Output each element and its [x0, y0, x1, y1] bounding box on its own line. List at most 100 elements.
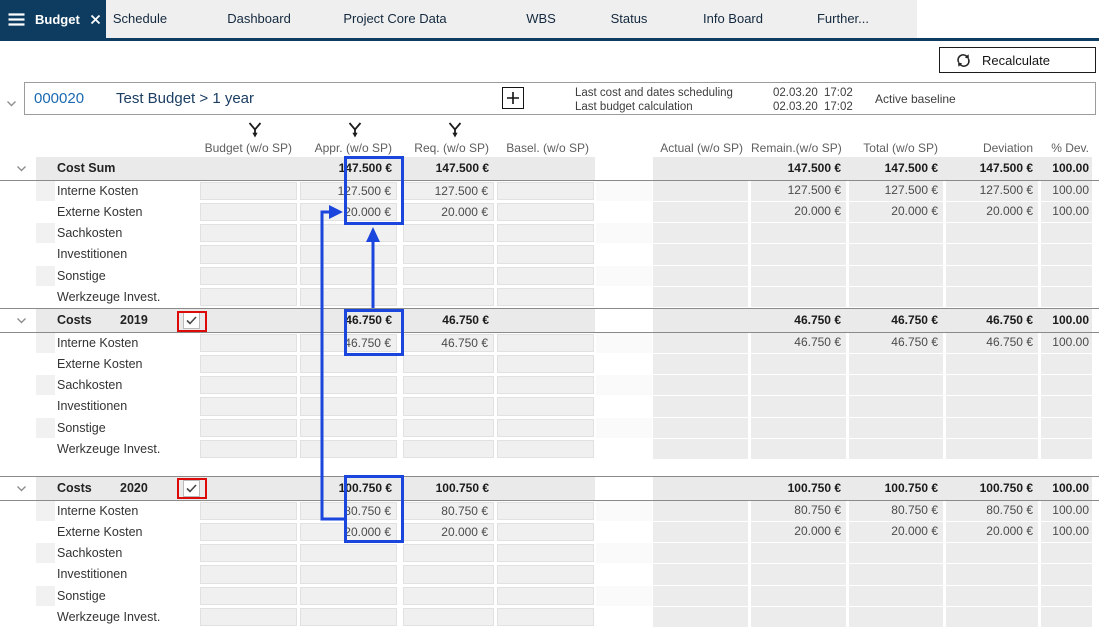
group-row[interactable]: Costs2020100.750 €100.750 €100.750 €100.… [0, 476, 1099, 501]
filter-icon[interactable] [348, 122, 362, 138]
cell-basel [497, 203, 594, 221]
cell-pdev [1041, 396, 1092, 416]
group-row[interactable]: Costs201946.750 €46.750 €46.750 €46.750 … [0, 308, 1099, 333]
cell-basel [497, 182, 594, 200]
tab-further[interactable]: Further... [817, 0, 869, 38]
table-row-investitionen[interactable]: Investitionen [0, 396, 1099, 417]
app-window: Budget Schedule Dashboard Project Core Dat… [0, 0, 1099, 629]
cell-appr: 20.000 € [300, 203, 397, 221]
expand-collapse-icon[interactable] [16, 485, 27, 492]
row-label: Interne Kosten [57, 333, 138, 354]
cell-basel [497, 544, 594, 562]
table-row-werkzeuge-invest[interactable]: Werkzeuge Invest. [0, 439, 1099, 460]
table-row-interne-kosten[interactable]: Interne Kosten80.750 €80.750 €80.750 €80… [0, 501, 1099, 522]
cell-remain [751, 418, 846, 438]
tab-schedule[interactable]: Schedule [113, 0, 167, 38]
table-row-investitionen[interactable]: Investitionen [0, 564, 1099, 585]
cell-deviation [946, 543, 1038, 563]
group-row[interactable]: Cost Sum147.500 €147.500 €147.500 €147.5… [0, 157, 1099, 181]
row-gap-strip [596, 418, 652, 438]
cell-req [403, 608, 494, 626]
table-row-sachkosten[interactable]: Sachkosten [0, 223, 1099, 244]
table-row-werkzeuge-invest[interactable]: Werkzeuge Invest. [0, 287, 1099, 308]
cell-budget [200, 376, 297, 394]
cell-remain [751, 396, 846, 416]
period-checkbox[interactable] [183, 480, 200, 497]
row-label: Investitionen [57, 396, 127, 417]
cell-total [849, 244, 943, 264]
row-label: Sonstige [57, 586, 106, 607]
hamburger-menu-icon[interactable] [8, 13, 25, 26]
table-row-sonstige[interactable]: Sonstige [0, 418, 1099, 439]
cell-deviation [946, 564, 1038, 584]
project-expander-icon[interactable] [6, 94, 17, 112]
table-row-sachkosten[interactable]: Sachkosten [0, 375, 1099, 396]
group-year-label: 2019 [120, 309, 148, 332]
table-row-externe-kosten[interactable]: Externe Kosten20.000 €20.000 €20.000 €20… [0, 522, 1099, 543]
last-budget-calc-date: 02.03.20 [773, 100, 818, 114]
group-cell-req: 46.750 € [403, 309, 494, 332]
cell-remain [751, 586, 846, 606]
tab-wbs[interactable]: WBS [526, 0, 556, 38]
tab-dashboard[interactable]: Dashboard [227, 0, 291, 38]
row-label: Werkzeuge Invest. [57, 607, 160, 628]
tab-project-core-data[interactable]: Project Core Data [343, 0, 446, 38]
cell-deviation [946, 244, 1038, 264]
cell-basel [497, 502, 594, 520]
cell-deviation [946, 223, 1038, 243]
tab-budget-active[interactable]: Budget [0, 0, 106, 38]
cell-deviation: 20.000 € [946, 202, 1038, 222]
cell-remain [751, 287, 846, 307]
recalculate-button[interactable]: Recalculate [939, 47, 1096, 73]
add-button[interactable] [502, 87, 524, 109]
tab-status[interactable]: Status [611, 0, 648, 38]
table-row-externe-kosten[interactable]: Externe Kosten20.000 €20.000 €20.000 €20… [0, 202, 1099, 223]
group-rows: Interne Kosten80.750 €80.750 €80.750 €80… [0, 501, 1099, 628]
checkmark-icon [186, 316, 197, 325]
table-row-investitionen[interactable]: Investitionen [0, 244, 1099, 265]
cell-budget [200, 245, 297, 263]
cell-pdev [1041, 418, 1092, 438]
group-cell-remain: 46.750 € [751, 309, 846, 332]
cell-actual [653, 354, 748, 374]
cell-deviation [946, 287, 1038, 307]
row-indent-strip [36, 375, 55, 395]
row-label: Sachkosten [57, 223, 122, 244]
table-row-sonstige[interactable]: Sonstige [0, 586, 1099, 607]
cell-remain: 46.750 € [751, 333, 846, 353]
filter-icon[interactable] [248, 122, 262, 138]
row-gap-strip [596, 543, 652, 563]
cell-req: 46.750 € [403, 334, 494, 352]
period-checkbox[interactable] [183, 312, 200, 329]
row-indent-strip [36, 354, 55, 374]
project-header-box: 000020 Test Budget > 1 year Last cost an… [24, 82, 1096, 115]
group-cell-appr: 147.500 € [300, 157, 397, 180]
cell-pdev: 100.00 % [1041, 333, 1092, 353]
table-row-sachkosten[interactable]: Sachkosten [0, 543, 1099, 564]
cell-remain [751, 439, 846, 459]
row-indent-strip [36, 223, 55, 243]
tab-info-board[interactable]: Info Board [703, 0, 763, 38]
row-indent-strip [36, 586, 55, 606]
table-row-interne-kosten[interactable]: Interne Kosten46.750 €46.750 €46.750 €46… [0, 333, 1099, 354]
expand-collapse-icon[interactable] [16, 317, 27, 324]
cell-total: 80.750 € [849, 501, 943, 521]
cell-budget [200, 440, 297, 458]
row-label: Investitionen [57, 244, 127, 265]
table-row-sonstige[interactable]: Sonstige [0, 266, 1099, 287]
close-tab-icon[interactable] [90, 14, 101, 25]
cell-pdev [1041, 266, 1092, 286]
filter-icon[interactable] [448, 122, 462, 138]
expand-collapse-icon[interactable] [16, 165, 27, 172]
row-indent-strip [36, 244, 55, 264]
table-row-interne-kosten[interactable]: Interne Kosten127.500 €127.500 €127.500 … [0, 181, 1099, 202]
cell-budget [200, 523, 297, 541]
column-header-dev: % Dev. [1041, 141, 1092, 155]
table-row-werkzeuge-invest[interactable]: Werkzeuge Invest. [0, 607, 1099, 628]
cell-budget [200, 182, 297, 200]
budget-table: Cost Sum147.500 €147.500 €147.500 €147.5… [0, 157, 1099, 628]
table-row-externe-kosten[interactable]: Externe Kosten [0, 354, 1099, 375]
cell-remain: 80.750 € [751, 501, 846, 521]
cell-remain [751, 564, 846, 584]
row-gap-strip [596, 375, 652, 395]
